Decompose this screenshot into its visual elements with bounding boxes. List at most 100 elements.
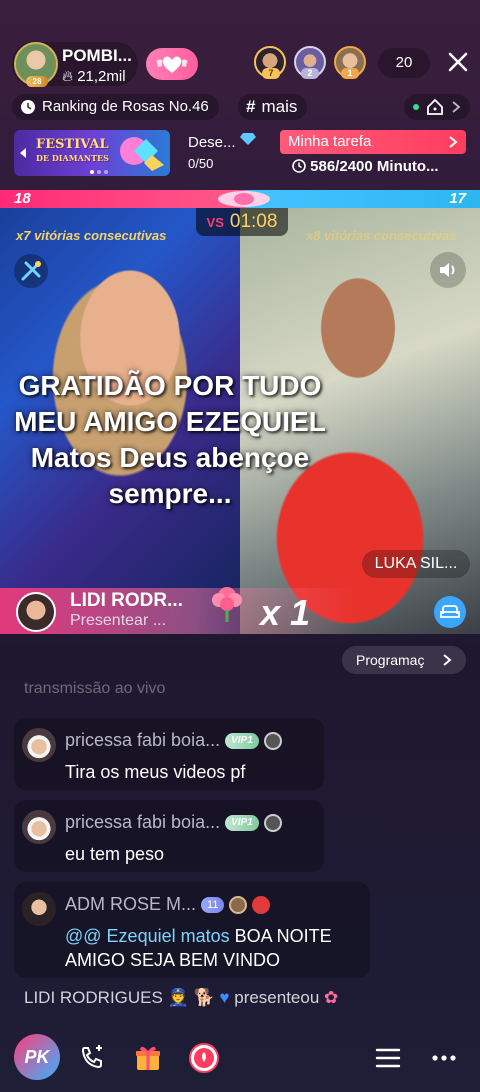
festival-banner[interactable]: FESTIVAL DE DIAMANTES — [14, 130, 170, 176]
online-dot-icon — [413, 104, 420, 110]
banner-pager-dots — [90, 170, 108, 174]
rank-row: Ranking de Rosas No.46 # mais — [0, 94, 480, 122]
host-fans: 🔥︎ 21,2mil — [62, 68, 126, 85]
host-level-badge: 28 — [26, 76, 48, 87]
wish-widget[interactable]: Dese... 0/50 — [186, 132, 266, 176]
pk-score-bar: 18 17 — [0, 190, 480, 208]
wish-progress: 0/50 — [188, 156, 214, 171]
gift-button[interactable] — [132, 1042, 164, 1074]
gift-sender-avatar[interactable] — [16, 592, 56, 632]
clock-icon — [292, 159, 306, 173]
pk-left-fill — [0, 190, 245, 208]
heart-wings-icon — [156, 56, 188, 73]
pk-video-area[interactable]: VS 01:08 x7 vitórias consecutivas x8 vitó… — [0, 208, 480, 634]
home-icon — [427, 98, 443, 115]
bottom-toolbar: PK — [0, 1030, 480, 1086]
host-info[interactable]: 28 POMBI... 🔥︎ 21,2mil — [12, 42, 138, 87]
close-icon — [448, 52, 468, 72]
chat-text: eu tem peso — [65, 844, 165, 864]
rose-ranking-pill[interactable]: Ranking de Rosas No.46 — [12, 94, 219, 120]
flame-icon: 🔥︎ — [62, 68, 74, 85]
menu-button[interactable] — [372, 1042, 404, 1074]
play-left-icon — [20, 148, 26, 158]
phone-icon — [81, 1045, 102, 1069]
gift-action: Presentear ... — [70, 612, 167, 629]
battle-icon[interactable] — [14, 254, 48, 288]
blue-heart-icon: ♥ — [219, 988, 230, 1007]
top-viewer-rank-badge: 7 — [262, 68, 280, 79]
gift-sender-name: LIDI RODR... — [70, 590, 183, 611]
wish-label: Dese... — [188, 134, 236, 151]
call-button[interactable] — [76, 1042, 108, 1074]
more-dots-icon — [432, 1055, 456, 1061]
level-circle-icon — [263, 814, 282, 833]
pk-timer: VS 01:08 — [196, 208, 288, 236]
dog-emoji-icon: 🐕 — [193, 988, 215, 1007]
rose-circle-icon — [189, 1043, 219, 1073]
chat-avatar[interactable] — [22, 892, 56, 926]
chat-avatar[interactable] — [22, 810, 56, 844]
guest-streak: x8 vitórias consecutivas — [306, 228, 457, 243]
top-viewer-rank-badge: 2 — [301, 68, 319, 79]
home-pill[interactable] — [404, 94, 470, 120]
sofa-icon — [440, 605, 460, 618]
chat-message[interactable]: pricessa fabi boia... VIP1 Tira os meus … — [14, 718, 324, 790]
chevron-right-icon — [452, 101, 461, 113]
chat-text: Tira os meus videos pf — [65, 762, 246, 782]
chat-avatar[interactable] — [22, 728, 56, 762]
follow-button[interactable] — [146, 48, 198, 80]
rose-gift-icon — [212, 587, 242, 622]
mute-button[interactable] — [430, 252, 466, 288]
hashtag-icon: # — [246, 97, 256, 116]
host-streak: x7 vitórias consecutivas — [16, 228, 167, 243]
share-button[interactable] — [434, 596, 466, 628]
speaker-icon — [440, 263, 455, 277]
viewer-count[interactable]: 20 — [378, 48, 430, 78]
guest-name[interactable]: LUKA SIL... — [362, 550, 470, 578]
hashtag-pill[interactable]: # mais — [238, 94, 308, 120]
level-badge: 11 — [201, 897, 225, 914]
gift-box-icon — [136, 1046, 160, 1070]
pinned-message-overlay: GRATIDÃO POR TUDO MEU AMIGO EZEQUIEL Mat… — [14, 370, 326, 509]
vip-badge: VIP1 — [225, 733, 259, 750]
close-button[interactable] — [444, 48, 472, 76]
festival-title: FESTIVAL DE DIAMANTES — [36, 137, 109, 163]
my-task-button[interactable]: Minha tarefa — [280, 130, 466, 154]
more-button[interactable] — [428, 1042, 460, 1074]
pk-flame-icon — [218, 191, 270, 207]
vip-badge: VIP1 — [225, 815, 259, 832]
level-circle-icon — [263, 732, 282, 751]
chat-username: ADM ROSE M... 11 — [65, 894, 271, 915]
gift-system-message: LIDI RODRIGUES 👮 🐕 ♥ presenteou ✿ — [24, 988, 339, 1007]
ranking-label: Ranking de Rosas No.46 — [42, 98, 209, 115]
host-name: POMBI... — [62, 46, 132, 65]
festival-art-icon — [120, 137, 164, 171]
top-viewer-rank-badge: 1 — [341, 68, 359, 79]
chat-message[interactable]: ADM ROSE M... 11 @@ Ezequiel matos BOA N… — [14, 882, 370, 978]
hashtag-label: mais — [261, 97, 298, 116]
schedule-button[interactable]: Programaç — [342, 646, 466, 674]
rose-button[interactable] — [188, 1042, 220, 1074]
gift-banner: LIDI RODR... Presentear ... x 1 — [0, 587, 480, 634]
pk-right-score: 17 — [449, 190, 466, 207]
clock-icon — [21, 100, 35, 114]
task-time: 586/2400 Minuto... — [292, 158, 439, 175]
gift-count: x 1 — [260, 592, 311, 633]
hamburger-icon — [375, 1048, 401, 1068]
chevron-right-icon — [449, 136, 458, 148]
chat-username: pricessa fabi boia... VIP1 — [65, 730, 282, 751]
chat-mention[interactable]: @@ Ezequiel matos — [65, 926, 230, 946]
diamond-icon — [240, 133, 256, 145]
pk-left-score: 18 — [14, 190, 31, 207]
task-label: Minha tarefa — [288, 133, 372, 150]
top-bar: 28 POMBI... 🔥︎ 21,2mil 7 2 1 20 — [0, 38, 480, 90]
chevron-right-icon — [443, 654, 452, 666]
chat-faded-message: transmissão ao vivo — [24, 680, 166, 697]
fan-badge-icon — [229, 896, 248, 915]
chat-username: pricessa fabi boia... VIP1 — [65, 812, 282, 833]
chat-message[interactable]: pricessa fabi boia... VIP1 eu tem peso — [14, 800, 324, 872]
vs-label: VS — [206, 215, 224, 230]
user-badge-icon — [252, 896, 271, 915]
pk-button[interactable]: PK — [14, 1034, 60, 1080]
rose-icon: ✿ — [324, 988, 339, 1007]
